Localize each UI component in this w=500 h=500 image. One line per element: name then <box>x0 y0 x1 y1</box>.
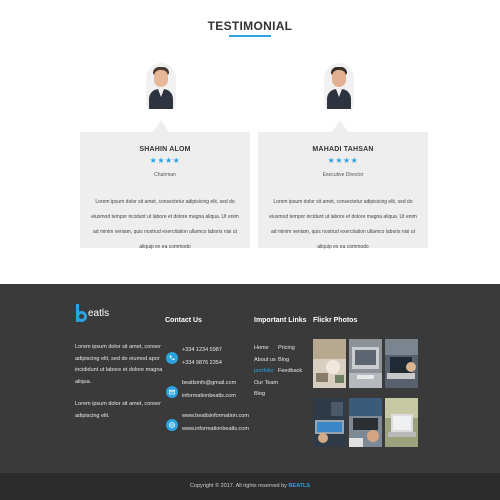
links-column-1: Home About us portfolio Our Team Blog <box>254 343 278 401</box>
links-title: Important Links <box>254 317 307 324</box>
copyright-label: Copyright © 2017. All rights reserved by <box>189 483 287 489</box>
email-address[interactable]: informationbeatls.com <box>182 393 236 399</box>
logo-text: eatls <box>88 308 110 319</box>
rating-stars-icon: ★★★★ <box>327 156 359 165</box>
testimonial-card: SHAHIN ALOM ★★★★ Chairman Lorem ipsum do… <box>80 132 250 250</box>
person-role: Chairman <box>154 172 176 178</box>
flickr-title: Flickr Photos <box>313 317 358 324</box>
website-link[interactable]: www.beatlsinformation.com <box>182 413 249 419</box>
flickr-photo[interactable] <box>313 339 346 388</box>
phone-number[interactable]: +334 1234 5987 <box>182 347 222 353</box>
card-pointer <box>153 120 169 132</box>
footer-link-about[interactable]: About us <box>254 355 278 367</box>
copyright-brand-link[interactable]: BEATLS <box>288 483 310 489</box>
testimonial-text: Lorem ipsum dolor sit amet, consectetur … <box>269 199 417 250</box>
phone-number[interactable]: +334 9876 2354 <box>182 360 222 366</box>
flickr-photo[interactable] <box>349 398 382 447</box>
testimonial-card: MAHADI TAHSAN ★★★★ Executive Director Lo… <box>258 132 428 250</box>
email-icon <box>166 386 178 398</box>
flickr-photo[interactable] <box>385 398 418 447</box>
rating-stars-icon: ★★★★ <box>149 156 181 165</box>
footer-link-our-team[interactable]: Our Team <box>254 378 278 390</box>
footer-about: Lorem ipsum dolor sit amet, conser adipi… <box>75 342 163 422</box>
person-role: Executive Director <box>322 172 364 178</box>
phone-icon <box>166 352 178 364</box>
person-name: MAHADI TAHSAN <box>312 146 374 153</box>
contact-title: Contact Us <box>165 317 202 324</box>
avatar <box>146 63 176 109</box>
about-paragraph: Lorem ipsum dolor sit amet, conser adipi… <box>75 401 161 419</box>
email-address[interactable]: beatlsinfo@gmail.com <box>182 380 236 386</box>
flickr-photo[interactable] <box>385 339 418 388</box>
footer-link-home[interactable]: Home <box>254 343 278 355</box>
flickr-photo[interactable] <box>313 398 346 447</box>
person-name: SHAHIN ALOM <box>139 146 191 153</box>
copyright-bar: Copyright © 2017. All rights reserved by… <box>0 473 500 500</box>
avatar <box>324 63 354 109</box>
website-link[interactable]: www.informationbeatls.com <box>182 426 249 432</box>
brand-logo[interactable]: eatls <box>75 302 115 324</box>
testimonial-text: Lorem ipsum dolor sit amet, consectetur … <box>91 199 239 250</box>
copyright-text: Copyright © 2017. All rights reserved by… <box>0 483 500 489</box>
section-title: TESTIMONIAL <box>207 19 293 33</box>
about-paragraph: Lorem ipsum dolor sit amet, conser adipi… <box>75 344 163 385</box>
card-pointer <box>332 120 348 132</box>
footer: eatls Lorem ipsum dolor sit amet, conser… <box>0 284 500 473</box>
footer-link-blog[interactable]: Blog <box>254 389 278 401</box>
footer-link-pricing[interactable]: Pricing <box>278 343 302 355</box>
footer-link-feedback[interactable]: Feedback <box>278 366 302 378</box>
links-column-2: Pricing Blog Feedback <box>278 343 302 378</box>
title-underline <box>229 35 271 37</box>
footer-link-portfolio[interactable]: portfolio <box>254 366 278 378</box>
globe-icon <box>166 419 178 431</box>
flickr-photo[interactable] <box>349 339 382 388</box>
logo-b-icon <box>75 304 87 322</box>
footer-link-blog[interactable]: Blog <box>278 355 302 367</box>
